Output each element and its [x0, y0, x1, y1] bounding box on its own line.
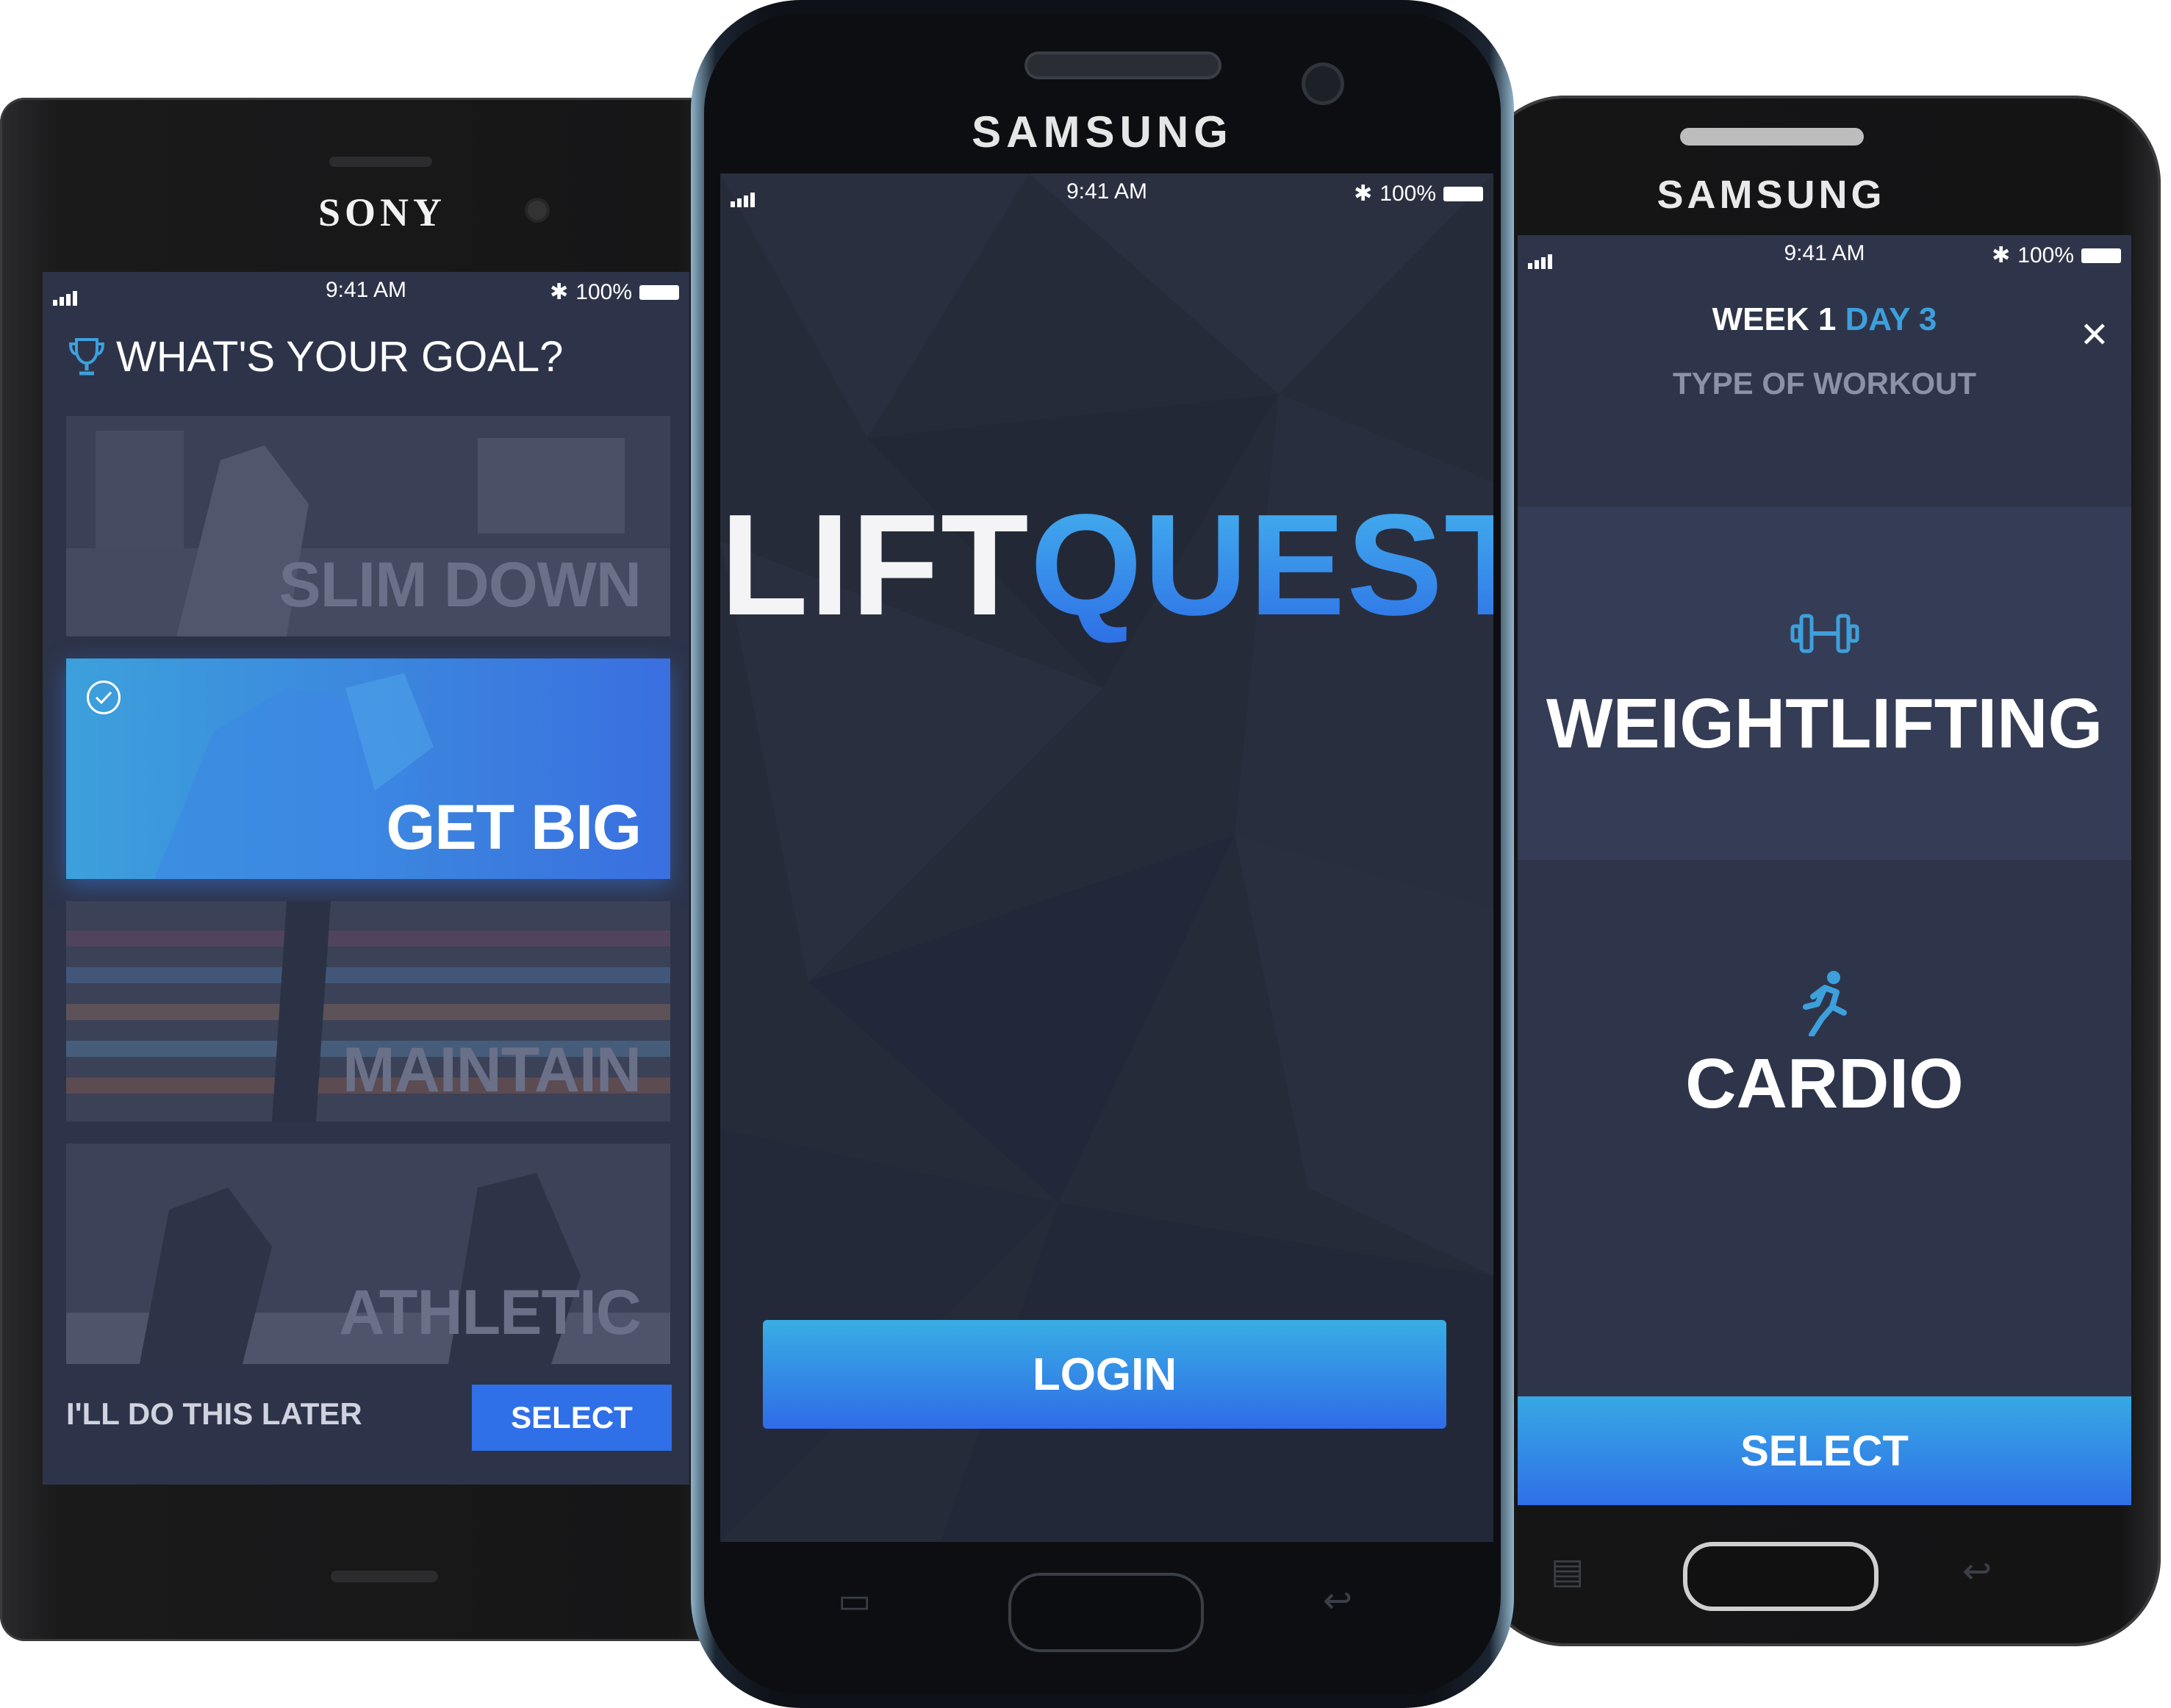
dumbbell-icon — [1790, 614, 1859, 653]
goal-label: GET BIG — [386, 792, 642, 863]
front-camera — [1305, 66, 1341, 101]
bluetooth-icon: ✱ — [550, 280, 569, 304]
home-button[interactable] — [1008, 1573, 1204, 1652]
runner-icon — [1803, 971, 1847, 1036]
option-weightlifting[interactable]: WEIGHTLIFTING — [1518, 507, 2131, 860]
week-day-header: WEEK 1 DAY 3 — [1518, 301, 2131, 338]
brand-logo: SAMSUNG — [1657, 173, 1886, 217]
battery-icon — [1443, 186, 1483, 201]
back-key-icon[interactable]: ↩ — [1323, 1580, 1352, 1621]
logo-quest: QUEST — [1030, 484, 1493, 645]
day-label: DAY 3 — [1845, 301, 1937, 337]
option-label: WEIGHTLIFTING — [1546, 684, 2103, 763]
bluetooth-icon: ✱ — [1992, 243, 2011, 268]
trophy-icon — [68, 338, 105, 376]
logo-lift: LIFT — [720, 484, 1030, 645]
close-icon[interactable]: ✕ — [2080, 315, 2109, 356]
status-bar: 9:41 AM ✱ 100% — [1518, 235, 2131, 272]
back-key-icon[interactable]: ↩ — [1962, 1551, 1992, 1592]
select-button[interactable]: SELECT — [1518, 1396, 2131, 1505]
goal-card-get-big[interactable]: GET BIG — [66, 659, 670, 879]
brand-logo: SAMSUNG — [972, 107, 1233, 157]
login-button[interactable]: LOGIN — [763, 1320, 1446, 1429]
earpiece — [1027, 54, 1219, 76]
goal-label: ATHLETIC — [339, 1277, 642, 1348]
brand-logo: SONY — [317, 190, 447, 234]
goal-screen: 9:41 AM ✱ 100% WHAT'S YOUR GOAL? SLIM DOW… — [43, 272, 689, 1485]
check-circle-icon — [87, 681, 121, 714]
earpiece — [329, 157, 432, 167]
recents-key-icon[interactable]: ▭ — [838, 1580, 871, 1621]
bluetooth-icon: ✱ — [1354, 182, 1373, 206]
app-logo: LIFTQUEST — [720, 482, 1493, 647]
battery-icon — [639, 284, 679, 300]
speaker-slot — [331, 1571, 438, 1582]
home-button[interactable] — [1683, 1542, 1878, 1611]
page-title: WHAT'S YOUR GOAL? — [116, 333, 564, 381]
login-screen: 9:41 AM ✱ 100% LIFTQUEST LOGIN — [720, 173, 1493, 1542]
menu-key-icon[interactable]: ▤ — [1551, 1551, 1584, 1592]
do-later-link[interactable]: I'LL DO THIS LATER — [66, 1396, 362, 1432]
week-label: WEEK 1 — [1712, 301, 1837, 337]
subtitle: TYPE OF WORKOUT — [1673, 366, 1976, 401]
goal-label: MAINTAIN — [342, 1035, 642, 1105]
goal-card-slim-down[interactable]: SLIM DOWN — [66, 416, 670, 636]
front-camera — [528, 201, 547, 220]
select-button[interactable]: SELECT — [472, 1385, 672, 1451]
battery-percent: 100% — [575, 279, 632, 304]
earpiece — [1680, 128, 1864, 146]
workout-type-screen: 9:41 AM ✱ 100% WEEK 1 DAY 3 TYPE OF WORKO… — [1518, 235, 2131, 1505]
goal-card-maintain[interactable]: MAINTAIN — [66, 901, 670, 1122]
option-cardio[interactable]: CARDIO — [1518, 1044, 2131, 1124]
battery-icon — [2081, 248, 2121, 263]
goal-label: SLIM DOWN — [279, 550, 642, 620]
battery-percent: 100% — [1379, 181, 1436, 206]
status-bar: 9:41 AM ✱ 100% — [43, 272, 689, 309]
goal-card-athletic[interactable]: ATHLETIC — [66, 1144, 670, 1364]
battery-percent: 100% — [2017, 243, 2074, 268]
status-bar: 9:41 AM ✱ 100% — [720, 173, 1493, 210]
